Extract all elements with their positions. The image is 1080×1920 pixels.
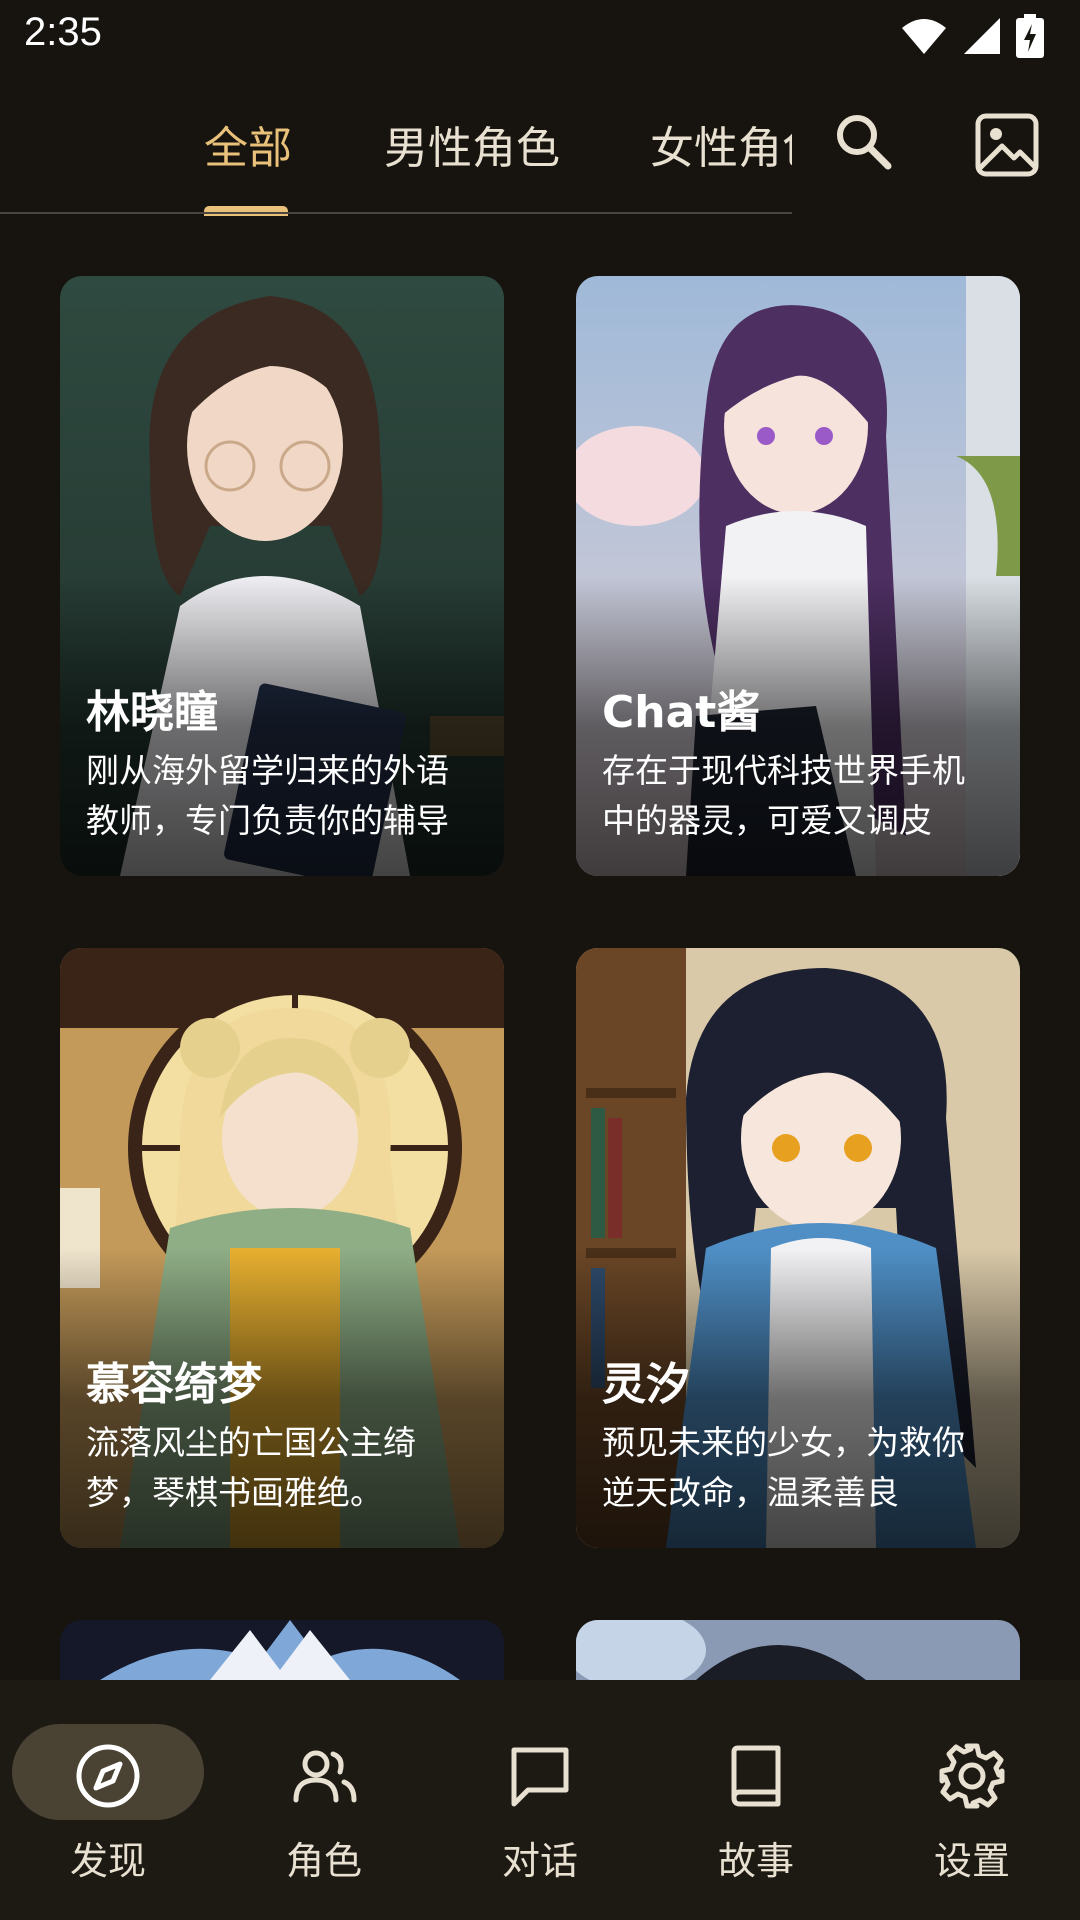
- nav-label: 对话: [501, 1839, 578, 1883]
- wifi-icon: [902, 19, 946, 54]
- nav-label: 角色: [285, 1839, 362, 1883]
- battery-charging-icon: [1016, 14, 1044, 58]
- status-bar: 2:35: [0, 0, 1080, 72]
- character-description: 预见未来的少女，为救你逆天改命，温柔善良: [602, 1423, 965, 1512]
- users-icon: [293, 1750, 357, 1803]
- bottom-navigation: 发现 角色 对话 故事 设置: [0, 1680, 1080, 1920]
- character-name: 林晓瞳: [86, 687, 218, 738]
- tab-female-characters[interactable]: 女性角色: [650, 112, 792, 176]
- character-description: 刚从海外留学归来的外语教师，专门负责你的辅导: [86, 751, 449, 840]
- character-card[interactable]: [60, 1620, 504, 1680]
- nav-chats[interactable]: 对话: [432, 1680, 648, 1920]
- nav-settings[interactable]: 设置: [864, 1680, 1080, 1920]
- search-button[interactable]: [832, 110, 894, 172]
- nav-characters[interactable]: 角色: [216, 1680, 432, 1920]
- character-portrait: [60, 1620, 504, 1680]
- character-name: Chat酱: [602, 687, 761, 738]
- search-icon: [837, 115, 892, 170]
- tab-indicator: [204, 206, 288, 216]
- character-name: 灵汐: [602, 1359, 690, 1410]
- character-description: 存在于现代科技世界手机中的器灵，可爱又调皮: [602, 751, 965, 840]
- category-tabs: 全部 男性角色 女性角色: [0, 88, 792, 216]
- character-card[interactable]: 林晓瞳 刚从海外留学归来的外语教师，专门负责你的辅导: [60, 276, 504, 876]
- image-button[interactable]: [974, 112, 1040, 178]
- tab-all[interactable]: 全部: [204, 112, 292, 176]
- nav-discover[interactable]: 发现: [0, 1680, 216, 1920]
- tab-divider: [0, 212, 792, 214]
- character-name: 慕容绮梦: [86, 1359, 262, 1410]
- chat-bubble-icon: [511, 1747, 569, 1807]
- image-icon: [975, 113, 1039, 177]
- gear-icon: [939, 1743, 1005, 1809]
- character-card[interactable]: Chat酱 存在于现代科技世界手机中的器灵，可爱又调皮: [576, 276, 1020, 876]
- nav-label: 设置: [933, 1839, 1010, 1883]
- status-icons: [900, 14, 1044, 58]
- status-time: 2:35: [24, 10, 102, 54]
- character-description: 流落风尘的亡国公主绮梦，琴棋书画雅绝。: [86, 1423, 416, 1512]
- tab-male-characters[interactable]: 男性角色: [384, 112, 560, 176]
- signal-icon: [964, 18, 1000, 54]
- nav-stories[interactable]: 故事: [648, 1680, 864, 1920]
- character-card[interactable]: [576, 1620, 1020, 1680]
- nav-label: 故事: [717, 1839, 794, 1883]
- compass-icon: [76, 1744, 140, 1808]
- nav-label: 发现: [69, 1839, 146, 1883]
- character-portrait: [576, 1620, 1020, 1680]
- character-card[interactable]: 灵汐 预见未来的少女，为救你逆天改命，温柔善良: [576, 948, 1020, 1548]
- book-icon: [731, 1745, 781, 1807]
- character-card[interactable]: 慕容绮梦 流落风尘的亡国公主绮梦，琴棋书画雅绝。: [60, 948, 504, 1548]
